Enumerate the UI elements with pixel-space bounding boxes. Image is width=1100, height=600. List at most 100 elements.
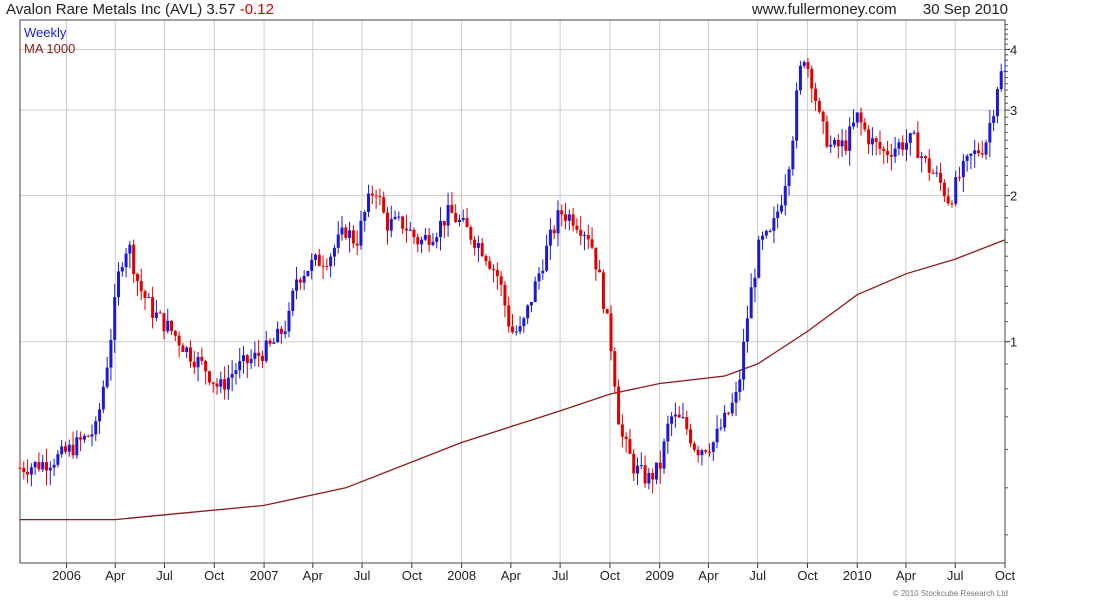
- candle-body: [601, 272, 605, 309]
- candle-body: [840, 140, 844, 147]
- candle-body: [423, 235, 427, 240]
- candle-body: [219, 379, 223, 387]
- candle-body: [761, 235, 765, 240]
- x-tick-label: 2007: [250, 568, 279, 583]
- candle-body: [29, 467, 33, 475]
- candle-body: [795, 90, 799, 141]
- candle-body: [730, 402, 734, 414]
- x-tick-label: Apr: [698, 568, 719, 583]
- candle-body: [499, 276, 503, 285]
- candle-body: [810, 68, 814, 89]
- candle-body: [132, 244, 136, 275]
- candle-body: [764, 230, 768, 236]
- candle-body: [94, 421, 98, 435]
- candle-body: [533, 281, 537, 302]
- candle-body: [673, 414, 677, 417]
- candle-body: [363, 212, 367, 221]
- candle-body: [45, 462, 49, 471]
- candle-body: [427, 235, 431, 245]
- candle-body: [632, 453, 636, 474]
- candle-body: [344, 227, 348, 238]
- candle-body: [556, 210, 560, 234]
- candle-body: [605, 308, 609, 314]
- candle-body: [431, 241, 435, 245]
- candle-body: [105, 367, 109, 387]
- candle-body: [389, 218, 393, 231]
- candle-body: [488, 261, 492, 269]
- candle-body: [71, 444, 75, 456]
- candle-body: [124, 253, 128, 268]
- candle-body: [507, 305, 511, 327]
- candle-body: [590, 239, 594, 248]
- candle-body: [700, 450, 704, 456]
- candle-body: [874, 138, 878, 142]
- x-tick-label: 2009: [645, 568, 674, 583]
- candle-body: [639, 465, 643, 467]
- price-chart: 1 2 3 4 2006 Apr Jul Oct 2007 Apr Jul Oct 2008 Apr Jul…: [18, 19, 1017, 583]
- x-tick-label: Oct: [204, 568, 225, 583]
- x-tick-label: Jul: [156, 568, 173, 583]
- candle-body: [177, 335, 181, 346]
- candle-body: [726, 412, 730, 414]
- candle-body: [90, 434, 94, 437]
- candle-body: [457, 219, 461, 222]
- candle-body: [37, 462, 41, 470]
- candle-body: [908, 133, 912, 143]
- candle-body: [734, 392, 738, 403]
- candle-body: [579, 229, 583, 236]
- candle-body: [738, 379, 742, 393]
- candle-body: [825, 121, 829, 147]
- candle-body: [249, 358, 253, 364]
- candle-body: [954, 177, 958, 204]
- candle-body: [480, 243, 484, 256]
- candle-body: [117, 271, 120, 298]
- candle-body: [526, 305, 530, 319]
- x-tick-label: 2008: [447, 568, 476, 583]
- candle-body: [685, 417, 689, 430]
- candle-body: [359, 220, 363, 246]
- candle-body: [143, 291, 147, 298]
- candle-body: [385, 212, 389, 231]
- candle-body: [537, 273, 541, 282]
- candle-body: [942, 182, 946, 197]
- candle-body: [128, 244, 132, 254]
- candle-body: [609, 313, 613, 352]
- candle-body: [844, 140, 848, 151]
- candle-body: [135, 274, 139, 281]
- candle-body: [306, 270, 310, 276]
- candle-body: [287, 310, 291, 332]
- candle-body: [412, 229, 416, 238]
- candle-body: [742, 341, 746, 380]
- candle-body: [961, 160, 965, 178]
- candle-body: [321, 265, 325, 267]
- candle-body: [692, 443, 696, 450]
- candle-body: [548, 229, 552, 246]
- candle-body: [901, 142, 905, 150]
- candle-body: [215, 383, 219, 387]
- candle-body: [393, 216, 397, 219]
- candle-body: [63, 446, 67, 452]
- candle-body: [939, 172, 943, 183]
- candle-body: [317, 254, 321, 266]
- candle-body: [442, 220, 446, 226]
- candle-body: [586, 235, 590, 240]
- candle-body: [253, 352, 257, 359]
- candle-body: [272, 342, 276, 344]
- candle-body: [295, 279, 299, 291]
- candle-body: [836, 139, 840, 147]
- legend-ma: MA 1000: [24, 41, 75, 56]
- candle-body: [113, 297, 117, 340]
- candle-body: [18, 467, 22, 469]
- candle-body: [188, 347, 192, 362]
- candle-body: [420, 239, 424, 245]
- candle-body: [79, 437, 83, 440]
- candle-body: [704, 450, 708, 452]
- candle-body: [492, 268, 496, 271]
- x-tick-label: Apr: [501, 568, 522, 583]
- candle-body: [643, 465, 647, 484]
- candle-body: [75, 437, 79, 456]
- candle-body: [995, 89, 999, 117]
- x-tick-label: Jul: [354, 568, 371, 583]
- candle-body: [670, 416, 674, 424]
- y-tick-label: 2: [1010, 189, 1017, 204]
